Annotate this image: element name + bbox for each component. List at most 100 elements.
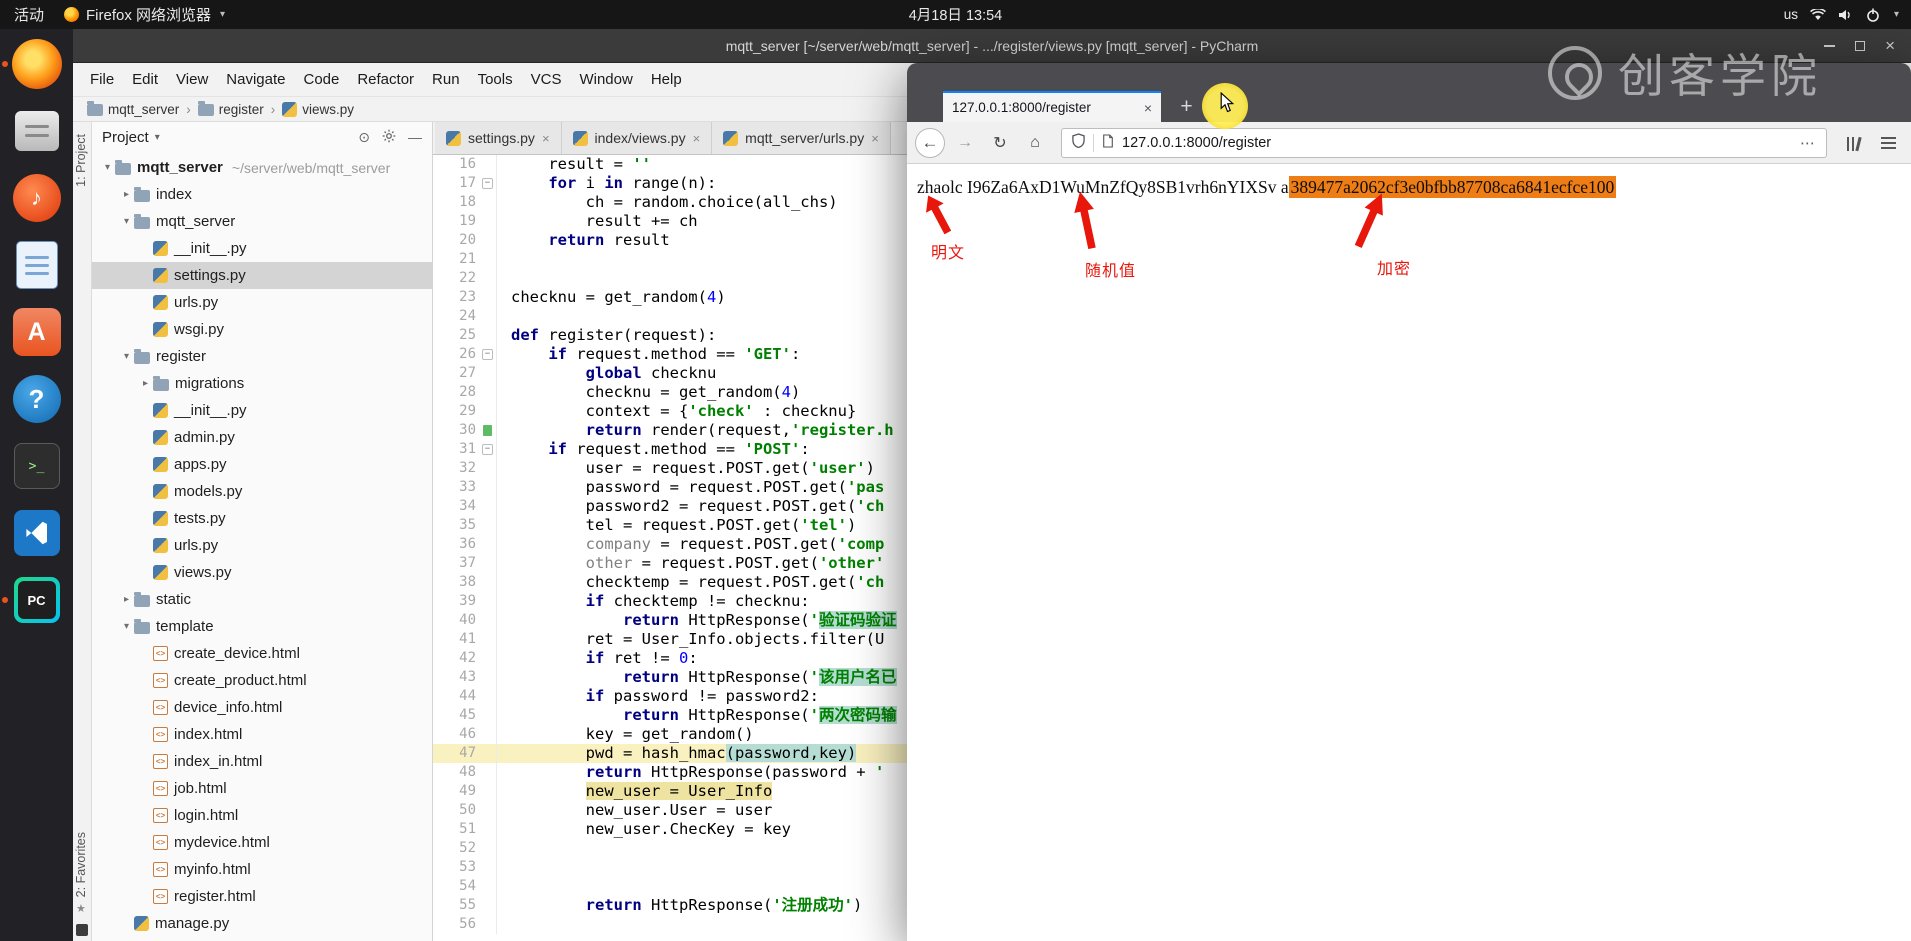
dock-item-help[interactable]: ?	[9, 371, 65, 427]
chevron-down-icon[interactable]: ▾	[119, 351, 134, 362]
gutter[interactable]: 51	[433, 820, 497, 839]
tool-button-favorites[interactable]: 2: Favorites	[74, 832, 88, 897]
editor-tab-indexviews.py[interactable]: index/views.py ×	[561, 122, 713, 154]
url-text[interactable]: 127.0.0.1:8000/register	[1122, 135, 1792, 151]
tree-item-mqtt_server[interactable]: ▾ mqtt_server	[92, 208, 432, 235]
gutter[interactable]: 21	[433, 250, 497, 269]
keyboard-layout-indicator[interactable]: us	[1784, 7, 1798, 22]
volume-icon[interactable]	[1838, 9, 1854, 21]
tree-item-wsgi.py[interactable]: wsgi.py	[92, 316, 432, 343]
app-menu[interactable]: Firefox 网络浏览器 ▾	[64, 4, 225, 25]
menu-code[interactable]: Code	[294, 71, 348, 88]
tab-close-icon[interactable]: ×	[542, 131, 550, 146]
tree-item-create_product.html[interactable]: <> create_product.html	[92, 667, 432, 694]
library-icon[interactable]	[1838, 128, 1868, 158]
gutter[interactable]: 34	[433, 497, 497, 516]
close-button[interactable]: ×	[1885, 37, 1895, 54]
home-button[interactable]: ⌂	[1020, 128, 1050, 158]
gutter[interactable]: 25	[433, 326, 497, 345]
gutter[interactable]: 37	[433, 554, 497, 573]
editor-tab-settings.py[interactable]: settings.py ×	[435, 122, 562, 154]
back-button[interactable]: ←	[915, 127, 945, 158]
project-panel-title[interactable]: Project	[102, 129, 149, 146]
gutter[interactable]: 35	[433, 516, 497, 535]
gutter[interactable]: 45	[433, 706, 497, 725]
menu-icon[interactable]	[1873, 128, 1903, 158]
pycharm-titlebar[interactable]: mqtt_server [~/server/web/mqtt_server] -…	[73, 29, 1911, 63]
menu-navigate[interactable]: Navigate	[217, 71, 294, 88]
chevron-right-icon[interactable]: ▸	[119, 189, 134, 200]
page-info-icon[interactable]	[1102, 133, 1114, 152]
url-bar[interactable]: 127.0.0.1:8000/register ⋯	[1061, 127, 1827, 158]
tree-item-index_in.html[interactable]: <> index_in.html	[92, 748, 432, 775]
gutter[interactable]: 39	[433, 592, 497, 611]
tree-item-__init__.py[interactable]: __init__.py	[92, 235, 432, 262]
tree-item-device_info.html[interactable]: <> device_info.html	[92, 694, 432, 721]
tree-item-settings.py[interactable]: settings.py	[92, 262, 432, 289]
gutter[interactable]: 29	[433, 402, 497, 421]
tree-item-apps.py[interactable]: apps.py	[92, 451, 432, 478]
fold-icon[interactable]: −	[482, 178, 493, 189]
fold-icon[interactable]: −	[482, 444, 493, 455]
gutter[interactable]: 41	[433, 630, 497, 649]
menu-edit[interactable]: Edit	[123, 71, 167, 88]
gutter[interactable]: 50	[433, 801, 497, 820]
gutter[interactable]: 48	[433, 763, 497, 782]
tree-item-login.html[interactable]: <> login.html	[92, 802, 432, 829]
gutter[interactable]: 26−	[433, 345, 497, 364]
gutter[interactable]: 33	[433, 478, 497, 497]
gutter[interactable]: 38	[433, 573, 497, 592]
network-icon[interactable]	[1810, 8, 1826, 21]
tree-item-models.py[interactable]: models.py	[92, 478, 432, 505]
gutter[interactable]: 18	[433, 193, 497, 212]
firefox-tabbar[interactable]: 127.0.0.1:8000/register × +	[907, 63, 1911, 129]
gutter[interactable]: 32	[433, 459, 497, 478]
tree-item-admin.py[interactable]: admin.py	[92, 424, 432, 451]
gutter[interactable]: 43	[433, 668, 497, 687]
menu-file[interactable]: File	[81, 71, 123, 88]
chevron-down-icon[interactable]: ▾	[119, 621, 134, 632]
tree-item-tests.py[interactable]: tests.py	[92, 505, 432, 532]
forward-button[interactable]: →	[950, 128, 980, 158]
gutter[interactable]: 53	[433, 858, 497, 877]
page-actions-icon[interactable]: ⋯	[1800, 134, 1816, 152]
tree-item-register[interactable]: ▾ register	[92, 343, 432, 370]
gutter[interactable]: 20	[433, 231, 497, 250]
gear-icon[interactable]	[382, 129, 396, 146]
menu-refactor[interactable]: Refactor	[348, 71, 423, 88]
breadcrumb-item[interactable]: mqtt_server	[87, 101, 179, 117]
menu-tools[interactable]: Tools	[469, 71, 522, 88]
tree-item-mydevice.html[interactable]: <> mydevice.html	[92, 829, 432, 856]
gutter[interactable]: 19	[433, 212, 497, 231]
chevron-down-icon[interactable]: ▾	[119, 216, 134, 227]
tool-button-project[interactable]: 1: Project	[74, 134, 88, 187]
new-tab-button[interactable]: +	[1173, 93, 1200, 120]
gutter[interactable]: 24	[433, 307, 497, 326]
tree-item-__init__.py[interactable]: __init__.py	[92, 397, 432, 424]
dock-item-terminal[interactable]: >_	[9, 438, 65, 494]
shield-icon[interactable]	[1072, 133, 1085, 152]
tree-item-myinfo.html[interactable]: <> myinfo.html	[92, 856, 432, 883]
tree-item-migrations[interactable]: ▸ migrations	[92, 370, 432, 397]
hide-panel-icon[interactable]: —	[408, 129, 422, 145]
gutter[interactable]: 56	[433, 915, 497, 934]
tree-item-mqtt_server[interactable]: ▾ mqtt_server ~/server/web/mqtt_server	[92, 154, 432, 181]
menu-view[interactable]: View	[167, 71, 217, 88]
gutter[interactable]: 22	[433, 269, 497, 288]
dock-item-files[interactable]	[9, 103, 65, 159]
maximize-button[interactable]	[1855, 40, 1866, 51]
tree-item-index[interactable]: ▸ index	[92, 181, 432, 208]
gutter[interactable]: 55	[433, 896, 497, 915]
reload-button[interactable]: ↻	[985, 128, 1015, 158]
gutter[interactable]: 36	[433, 535, 497, 554]
gutter[interactable]: 49	[433, 782, 497, 801]
dock-item-software[interactable]: A	[9, 304, 65, 360]
tree-item-urls.py[interactable]: urls.py	[92, 289, 432, 316]
dock-item-pycharm[interactable]: PC	[1, 572, 65, 628]
gutter[interactable]: 44	[433, 687, 497, 706]
gutter[interactable]: 30	[433, 421, 497, 440]
activities-button[interactable]: 活动	[14, 4, 44, 25]
fold-icon[interactable]: −	[482, 349, 493, 360]
tree-item-manage.py[interactable]: manage.py	[92, 910, 432, 937]
tree-item-urls.py[interactable]: urls.py	[92, 532, 432, 559]
